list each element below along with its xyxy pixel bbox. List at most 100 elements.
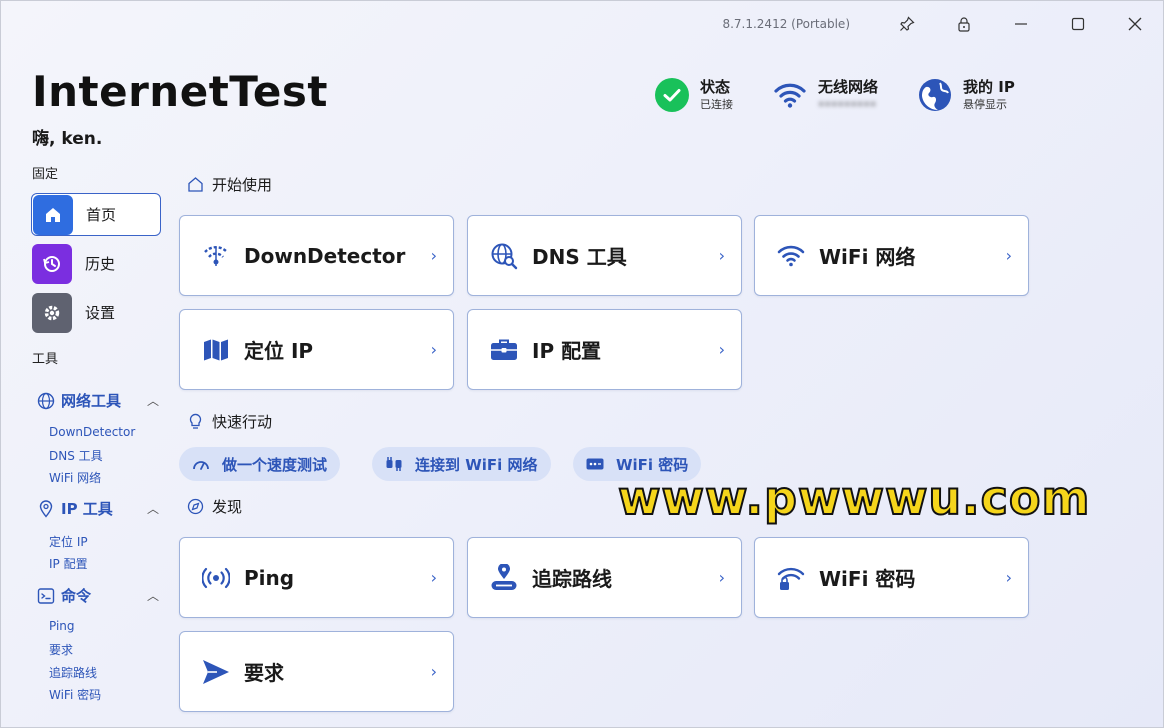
chevron-right-icon: › xyxy=(718,568,725,587)
wifi-lock-icon xyxy=(776,563,806,593)
card-ip-config[interactable]: IP 配置 › xyxy=(467,309,742,390)
group-ip-tools[interactable]: IP 工具 ︿ xyxy=(37,498,159,519)
group-commands-label: 命令 xyxy=(61,587,92,605)
wifi-label: 无线网络 xyxy=(818,78,879,96)
link-wifi-password[interactable]: WiFi 密码 xyxy=(49,686,101,703)
lock-button[interactable] xyxy=(935,1,992,47)
chevron-right-icon: › xyxy=(430,246,437,265)
status-value: 已连接 xyxy=(700,98,733,111)
pin-icon xyxy=(899,16,915,31)
section-quick-actions: 快速行动 xyxy=(187,411,272,432)
card-locate-ip[interactable]: 定位 IP › xyxy=(179,309,454,390)
group-commands[interactable]: 命令 ︿ xyxy=(37,585,159,606)
command-icon xyxy=(37,587,55,604)
status-label: 状态 xyxy=(700,78,731,96)
title-bar: 8.7.1.2412 (Portable) xyxy=(722,1,1163,47)
card-request[interactable]: 要求 › xyxy=(179,631,454,712)
nav-home[interactable]: 首页 xyxy=(31,193,161,236)
card-ip-config-label: IP 配置 xyxy=(532,339,602,363)
app-title: InternetTest xyxy=(32,67,328,116)
chevron-right-icon: › xyxy=(718,246,725,265)
greeting: 嗨, ken. xyxy=(32,129,103,149)
link-ip-config[interactable]: IP 配置 xyxy=(49,555,88,572)
link-dns-tools[interactable]: DNS 工具 xyxy=(49,447,103,464)
link-trace-route[interactable]: 追踪路线 xyxy=(49,664,97,681)
card-wifi-networks[interactable]: WiFi 网络 › xyxy=(754,215,1029,296)
card-trace-route-label: 追踪路线 xyxy=(532,567,612,591)
lock-icon xyxy=(957,17,970,32)
pin-button[interactable] xyxy=(878,1,935,47)
chevron-up-icon: ︿ xyxy=(146,502,159,516)
send-icon xyxy=(201,657,231,687)
nav-history[interactable]: 历史 xyxy=(31,242,161,285)
card-downdetector-label: DownDetector xyxy=(244,243,406,268)
status-bar: 状态 已连接 无线网络 ••••••••• 我的 IP 悬停显示 xyxy=(655,77,1055,113)
wifi-icon xyxy=(776,241,806,271)
maximize-icon xyxy=(1071,17,1084,31)
app-window: 8.7.1.2412 (Portable) InternetTest 嗨, ke… xyxy=(0,0,1164,728)
dns-search-icon xyxy=(489,241,519,271)
tools-label: 工具 xyxy=(32,352,59,367)
compass-icon xyxy=(187,498,204,515)
card-wifi-password[interactable]: WiFi 密码 › xyxy=(754,537,1029,618)
card-locate-ip-label: 定位 IP xyxy=(244,339,314,363)
group-network-tools-label: 网络工具 xyxy=(61,392,122,410)
group-network-tools[interactable]: 网络工具 ︿ xyxy=(37,390,159,411)
card-ping[interactable]: Ping › xyxy=(179,537,454,618)
password-icon xyxy=(586,458,604,470)
chevron-right-icon: › xyxy=(1005,246,1012,265)
link-locate-ip[interactable]: 定位 IP xyxy=(49,533,88,550)
pill-connect-wifi[interactable]: 连接到 WiFi 网络 xyxy=(372,447,551,481)
link-request[interactable]: 要求 xyxy=(49,641,73,658)
ping-icon xyxy=(201,563,231,593)
ip-status[interactable]: 我的 IP 悬停显示 xyxy=(918,77,1015,113)
card-dns-tools-label: DNS 工具 xyxy=(532,245,627,269)
wifi-status: 无线网络 ••••••••• xyxy=(773,77,878,113)
link-downdetector[interactable]: DownDetector xyxy=(49,425,135,439)
home-icon xyxy=(33,194,73,235)
connection-status: 状态 已连接 xyxy=(655,77,733,113)
group-ip-tools-label: IP 工具 xyxy=(61,500,113,518)
pill-speed-test[interactable]: 做一个速度测试 xyxy=(179,447,341,481)
map-icon xyxy=(201,335,231,365)
card-downdetector[interactable]: DownDetector › xyxy=(179,215,454,296)
gear-icon xyxy=(32,292,72,333)
location-pin-icon xyxy=(39,499,53,518)
minimize-button[interactable] xyxy=(992,1,1049,47)
card-wifi-password-label: WiFi 密码 xyxy=(819,567,916,591)
nav-settings-label: 设置 xyxy=(85,304,116,322)
chevron-up-icon: ︿ xyxy=(146,394,159,408)
card-dns-tools[interactable]: DNS 工具 › xyxy=(467,215,742,296)
nav-history-label: 历史 xyxy=(85,255,116,273)
check-circle-icon xyxy=(655,78,689,112)
chevron-up-icon: ︿ xyxy=(146,589,159,603)
globe-person-icon xyxy=(918,78,952,112)
globe-icon xyxy=(37,392,55,409)
chevron-right-icon: › xyxy=(1005,568,1012,587)
section-discover-title: 发现 xyxy=(212,498,243,516)
pill-speed-test-label: 做一个速度测试 xyxy=(222,455,328,474)
wifi-value: ••••••••• xyxy=(818,98,877,111)
nav-settings[interactable]: 设置 xyxy=(31,291,161,334)
ip-label: 我的 IP xyxy=(963,78,1015,96)
section-discover: 发现 xyxy=(187,496,242,517)
speedometer-icon xyxy=(193,461,209,470)
card-trace-route[interactable]: 追踪路线 › xyxy=(467,537,742,618)
link-wifi-networks[interactable]: WiFi 网络 xyxy=(49,469,101,486)
watermark: www.pwwwu.com xyxy=(617,470,1091,526)
home-outline-icon xyxy=(188,177,203,192)
chevron-right-icon: › xyxy=(430,340,437,359)
card-wifi-networks-label: WiFi 网络 xyxy=(819,245,916,269)
minimize-icon xyxy=(1014,23,1027,25)
card-ping-label: Ping xyxy=(244,565,295,590)
link-ping[interactable]: Ping xyxy=(49,619,75,633)
card-request-label: 要求 xyxy=(244,661,284,685)
version-label: 8.7.1.2412 (Portable) xyxy=(722,17,850,31)
route-icon xyxy=(489,563,519,593)
toolbox-icon xyxy=(489,335,519,365)
maximize-button[interactable] xyxy=(1049,1,1106,47)
close-button[interactable] xyxy=(1106,1,1163,47)
pinned-label: 固定 xyxy=(32,167,59,182)
down-detector-icon xyxy=(201,241,231,271)
section-quick-actions-title: 快速行动 xyxy=(212,413,273,431)
